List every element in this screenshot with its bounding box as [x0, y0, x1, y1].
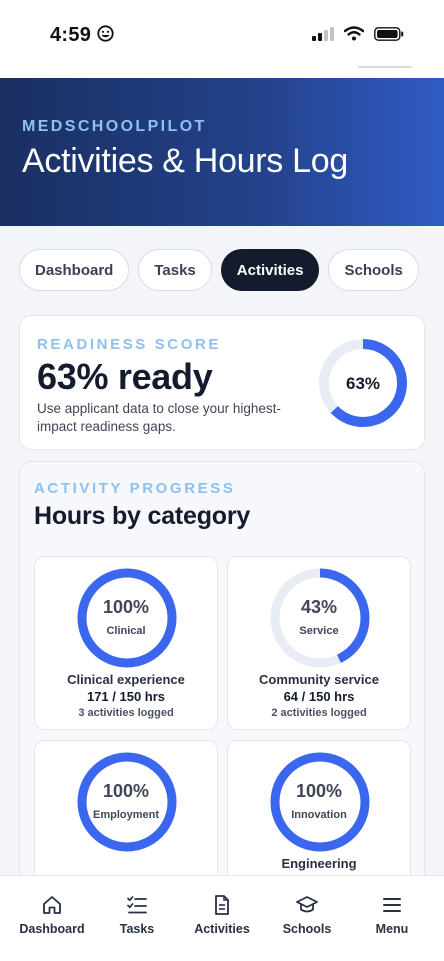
- category-name: Service: [299, 625, 339, 637]
- graduation-cap-icon: [296, 896, 318, 913]
- nav-label: Schools: [282, 922, 332, 936]
- category-logged: 2 activities logged: [271, 707, 367, 719]
- category-label: Clinical experience: [67, 672, 185, 687]
- category-hours: 171 / 150 hrs: [86, 689, 166, 704]
- category-card-clinical[interactable]: 100% Clinical Clinical experience 171 / …: [34, 556, 218, 730]
- nav-label: Dashboard: [19, 922, 85, 936]
- readiness-description: Use applicant data to close your highest…: [37, 401, 281, 434]
- readiness-value: 63% ready: [37, 356, 213, 397]
- section-title: Hours by category: [34, 502, 251, 530]
- category-ring: [77, 752, 177, 852]
- category-percent: 100%: [102, 597, 150, 617]
- readiness-overline: READINESS SCORE: [37, 336, 222, 353]
- page-title: Activities & Hours Log: [22, 142, 348, 180]
- wifi-icon: [343, 26, 365, 46]
- nav-activities[interactable]: Activities: [178, 894, 266, 936]
- category-label: Community service: [259, 672, 379, 687]
- readiness-ring: 63%: [316, 336, 410, 430]
- activity-progress-section: ACTIVITY PROGRESS Hours by category 100%…: [19, 461, 425, 931]
- activity-progress-overline: ACTIVITY PROGRESS: [34, 480, 236, 497]
- category-hours: 64 / 150 hrs: [283, 689, 355, 704]
- nav-schools[interactable]: Schools: [263, 894, 351, 936]
- status-time: 4:59: [50, 24, 92, 46]
- bottom-nav: Dashboard Tasks Activities Schools Menu: [0, 875, 444, 961]
- nav-dashboard[interactable]: Dashboard: [8, 894, 96, 936]
- tab-schools[interactable]: Schools: [328, 249, 419, 291]
- cellular-signal-icon: [312, 26, 334, 46]
- menu-icon: [383, 898, 401, 912]
- nav-label: Menu: [375, 922, 409, 936]
- tab-tasks[interactable]: Tasks: [138, 249, 212, 291]
- smiley-icon: [97, 25, 114, 47]
- top-divider: [358, 66, 412, 68]
- document-icon: [215, 895, 229, 915]
- readiness-ring-label: 63%: [346, 374, 380, 393]
- category-ring: [77, 568, 177, 668]
- category-percent: 100%: [102, 781, 150, 801]
- category-name: Clinical: [106, 625, 146, 637]
- battery-icon: [374, 26, 404, 46]
- brand-name: MEDSCHOOLPILOT: [22, 118, 207, 135]
- checklist-icon: [127, 896, 147, 914]
- tab-bar: Dashboard Tasks Activities Schools: [19, 249, 419, 291]
- page-header: MEDSCHOOLPILOT Activities & Hours Log: [0, 78, 444, 226]
- category-ring: [270, 752, 370, 852]
- category-label: Engineering: [281, 856, 357, 871]
- home-icon: [43, 896, 61, 914]
- nav-label: Activities: [194, 922, 250, 936]
- tab-dashboard[interactable]: Dashboard: [19, 249, 130, 291]
- tab-activities[interactable]: Activities: [220, 249, 320, 291]
- category-percent: 43%: [300, 597, 338, 617]
- category-ring: [270, 568, 370, 668]
- category-logged: 3 activities logged: [78, 707, 174, 719]
- category-name: Employment: [92, 809, 159, 821]
- category-name: Innovation: [291, 809, 347, 821]
- readiness-card: READINESS SCORE 63% ready Use applicant …: [19, 315, 425, 450]
- status-bar: 4:59: [0, 0, 444, 78]
- nav-menu[interactable]: Menu: [348, 894, 436, 936]
- category-percent: 100%: [295, 781, 343, 801]
- category-card-service[interactable]: 43% Service Community service 64 / 150 h…: [227, 556, 411, 730]
- nav-label: Tasks: [119, 922, 155, 936]
- nav-tasks[interactable]: Tasks: [93, 894, 181, 936]
